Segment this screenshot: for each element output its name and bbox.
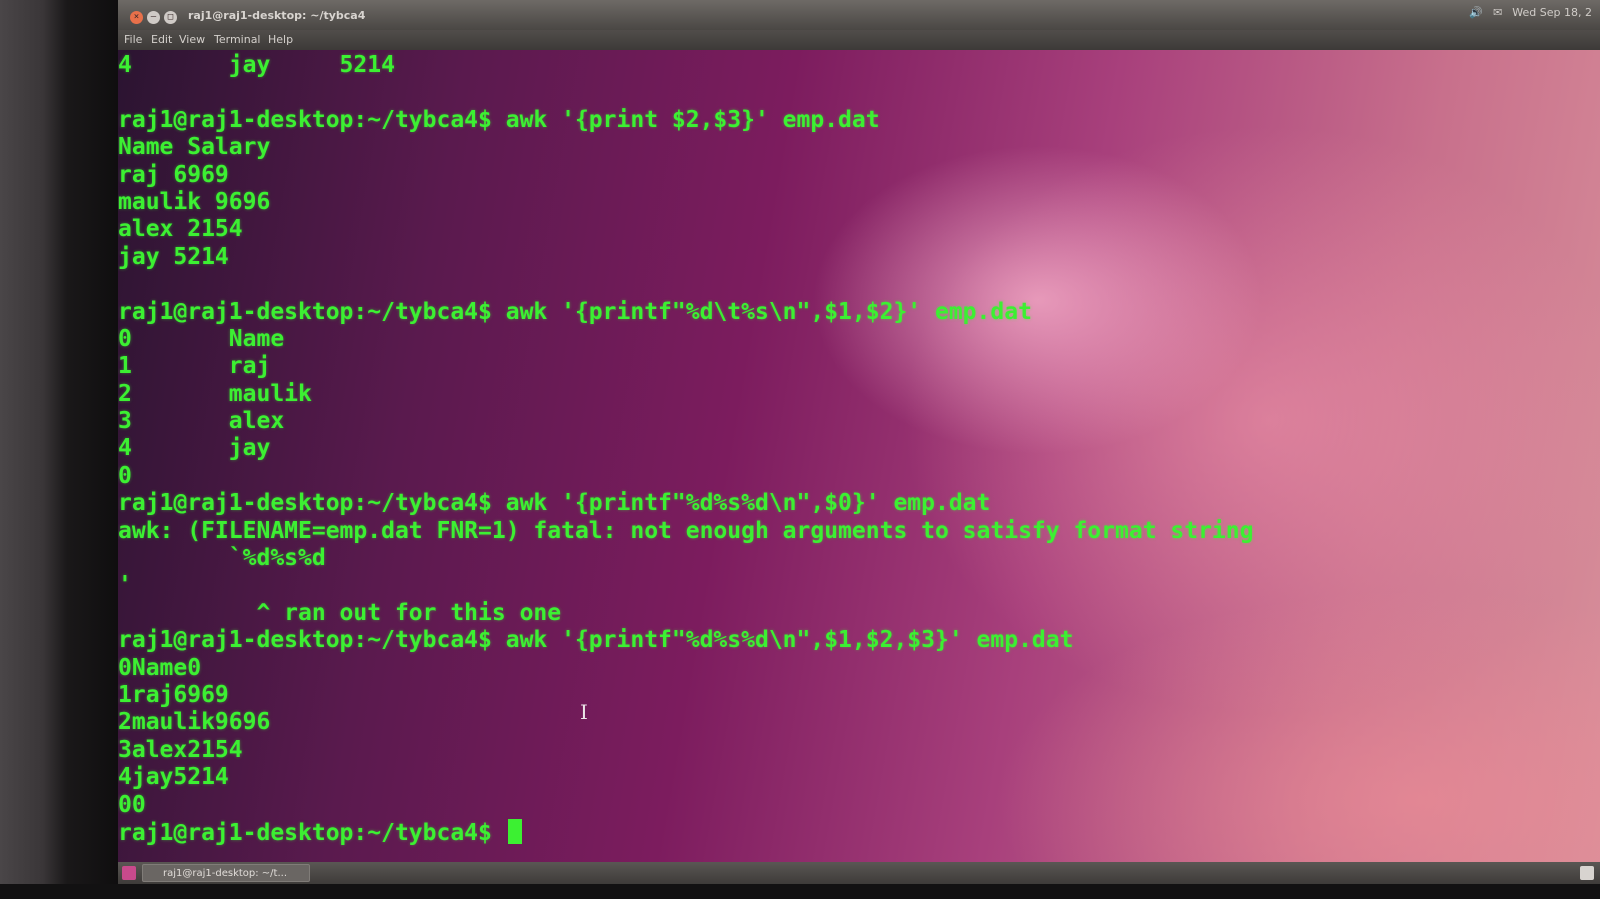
system-tray: 🔊 ✉ Wed Sep 18, 2 xyxy=(1469,6,1592,19)
terminal-line: alex 2154 xyxy=(118,216,243,243)
terminal-line: 3alex2154 xyxy=(118,736,243,763)
terminal-line: 0 xyxy=(118,462,132,489)
menu-view[interactable]: View xyxy=(179,33,205,46)
mouse-ibeam-cursor: I xyxy=(580,700,588,724)
terminal-prompt-line[interactable]: raj1@raj1-desktop:~/tybca4$ xyxy=(118,818,1598,846)
trash-icon[interactable] xyxy=(1580,866,1594,880)
menu-edit[interactable]: Edit xyxy=(151,33,172,46)
prompt-text: raj1@raj1-desktop:~/tybca4$ xyxy=(118,819,506,846)
terminal-line: 2maulik9696 xyxy=(118,709,271,736)
window-title: raj1@raj1-desktop: ~/tybca4 xyxy=(188,9,366,22)
desktop-screen: × – □ raj1@raj1-desktop: ~/tybca4 🔊 ✉ We… xyxy=(118,0,1600,884)
bottom-panel: raj1@raj1-desktop: ~/t... xyxy=(118,862,1600,884)
terminal-line: awk: (FILENAME=emp.dat FNR=1) fatal: not… xyxy=(118,517,1254,544)
mail-icon[interactable]: ✉ xyxy=(1493,6,1502,19)
terminal-line: Name Salary xyxy=(118,134,271,161)
terminal-line: 0 Name xyxy=(118,325,285,352)
terminal-line: 4jay5214 xyxy=(118,764,229,791)
menu-terminal[interactable]: Terminal xyxy=(214,33,261,46)
terminal-line: 2 maulik xyxy=(118,380,312,407)
clock[interactable]: Wed Sep 18, 2 xyxy=(1512,6,1592,19)
monitor-bezel xyxy=(0,0,122,899)
volume-icon[interactable]: 🔊 xyxy=(1469,6,1483,19)
terminal-line: 0Name0 xyxy=(118,654,202,681)
terminal-line: ^ ran out for this one xyxy=(118,599,562,626)
terminal-line: ' xyxy=(118,572,132,599)
show-desktop-icon[interactable] xyxy=(122,866,136,880)
minimize-icon[interactable]: – xyxy=(147,11,160,24)
terminal-line: 00 xyxy=(118,791,146,818)
terminal-line: 1raj6969 xyxy=(118,681,229,708)
close-icon[interactable]: × xyxy=(130,11,143,24)
terminal-line: 4 jay xyxy=(118,435,271,462)
menu-help[interactable]: Help xyxy=(268,33,293,46)
terminal-line: raj1@raj1-desktop:~/tybca4$ awk '{printf… xyxy=(118,627,1074,654)
terminal-line: raj 6969 xyxy=(118,161,229,188)
monitor-bezel-bottom xyxy=(0,884,1600,899)
terminal-line: 4 jay 5214 xyxy=(118,52,395,78)
maximize-icon[interactable]: □ xyxy=(164,11,177,24)
terminal-line: 3 alex xyxy=(118,408,285,435)
taskbar-item-label: raj1@raj1-desktop: ~/t... xyxy=(163,868,288,879)
terminal-line: raj1@raj1-desktop:~/tybca4$ awk '{printf… xyxy=(118,490,991,517)
title-bar: × – □ raj1@raj1-desktop: ~/tybca4 🔊 ✉ We… xyxy=(118,0,1600,30)
terminal-line: jay 5214 xyxy=(118,243,229,270)
terminal-line: raj1@raj1-desktop:~/tybca4$ awk '{print … xyxy=(118,106,880,133)
terminal-line: `%d%s%d xyxy=(118,545,326,572)
terminal-line: 1 raj xyxy=(118,353,271,380)
taskbar-terminal-item[interactable]: raj1@raj1-desktop: ~/t... xyxy=(142,864,310,882)
terminal-output[interactable]: 4 jay 5214 raj1@raj1-desktop:~/tybca4$ a… xyxy=(118,52,1598,846)
menu-file[interactable]: File xyxy=(124,33,142,46)
menu-bar: File Edit View Terminal Help xyxy=(118,30,1600,50)
terminal-line: raj1@raj1-desktop:~/tybca4$ awk '{printf… xyxy=(118,298,1032,325)
text-cursor xyxy=(507,818,522,844)
terminal-line: maulik 9696 xyxy=(118,188,271,215)
